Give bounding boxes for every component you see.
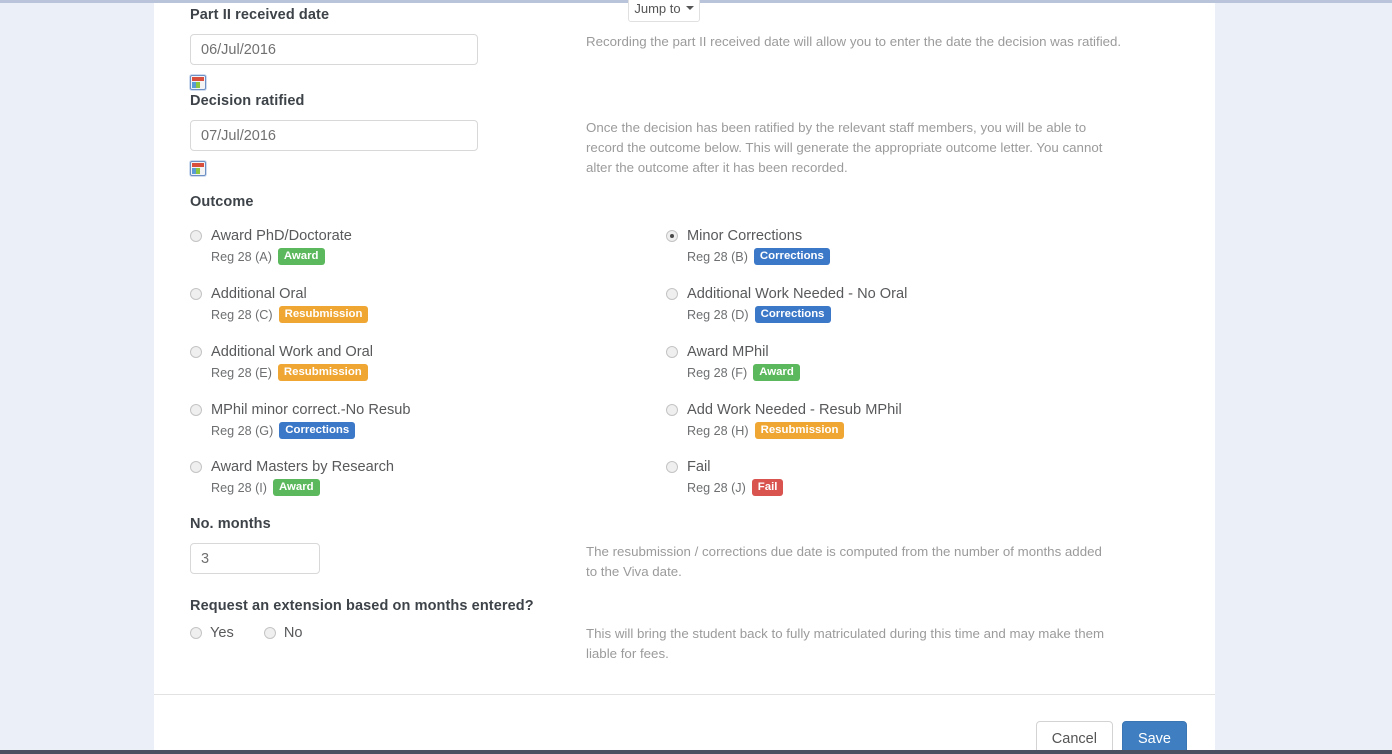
- outcome-option-label: Award PhD/Doctorate: [211, 228, 352, 244]
- extension-radio-group: Yes No: [190, 625, 590, 641]
- bottom-divider: [0, 750, 1392, 754]
- status-badge: Fail: [752, 479, 784, 496]
- outcome-option-reg: Reg 28 (F): [687, 366, 747, 380]
- decision-ratified-label: Decision ratified: [190, 93, 590, 109]
- outcome-option-label: Award Masters by Research: [211, 459, 394, 475]
- outcome-option-label: Award MPhil: [687, 344, 769, 360]
- outcome-option-e[interactable]: Additional Work and Oral Reg 28 (E) Resu…: [190, 344, 373, 381]
- outcome-option-a[interactable]: Award PhD/Doctorate Reg 28 (A) Award: [190, 228, 352, 265]
- part-ii-received-label: Part II received date: [190, 7, 590, 23]
- no-months-field: No. months: [190, 516, 590, 574]
- outcome-option-reg: Reg 28 (I): [211, 481, 267, 495]
- outcome-option-reg: Reg 28 (J): [687, 481, 746, 495]
- page-root: Part II received date Jump to Recording …: [0, 0, 1392, 754]
- status-badge: Award: [278, 248, 325, 265]
- outcome-option-reg: Reg 28 (B): [687, 250, 748, 264]
- no-months-input[interactable]: [190, 543, 320, 574]
- radio-outcome-c[interactable]: [190, 288, 202, 300]
- outcome-option-reg: Reg 28 (H): [687, 424, 749, 438]
- chevron-down-icon: [686, 6, 694, 10]
- radio-outcome-d[interactable]: [666, 288, 678, 300]
- outcome-option-g[interactable]: MPhil minor correct.-No Resub Reg 28 (G)…: [190, 402, 411, 439]
- outcome-option-reg: Reg 28 (A): [211, 250, 272, 264]
- status-badge: Resubmission: [278, 364, 368, 381]
- decision-ratified-input[interactable]: [190, 120, 478, 151]
- outcome-option-reg: Reg 28 (C): [211, 308, 273, 322]
- radio-outcome-e[interactable]: [190, 346, 202, 358]
- outcome-option-f[interactable]: Award MPhil Reg 28 (F) Award: [666, 344, 800, 381]
- status-badge: Corrections: [755, 306, 831, 323]
- status-badge: Resubmission: [755, 422, 845, 439]
- radio-extension-no[interactable]: [264, 627, 276, 639]
- outcome-option-i[interactable]: Award Masters by Research Reg 28 (I) Awa…: [190, 459, 394, 496]
- status-badge: Resubmission: [279, 306, 369, 323]
- part-ii-received-help: Recording the part II received date will…: [586, 32, 1131, 52]
- outcome-option-label: Fail: [687, 459, 711, 475]
- outcome-option-label: Minor Corrections: [687, 228, 802, 244]
- part-ii-received-input[interactable]: [190, 34, 478, 65]
- radio-outcome-j[interactable]: [666, 461, 678, 473]
- radio-outcome-h[interactable]: [666, 404, 678, 416]
- calendar-icon[interactable]: [190, 75, 206, 90]
- radio-outcome-a[interactable]: [190, 230, 202, 242]
- jump-to-dropdown[interactable]: Jump to: [628, 0, 700, 22]
- content-panel: Part II received date Jump to Recording …: [154, 3, 1215, 750]
- decision-ratified-field: Decision ratified: [190, 93, 590, 181]
- jump-to-label: Jump to: [634, 1, 680, 16]
- form-body: Part II received date Jump to Recording …: [154, 3, 1215, 694]
- extension-label: Request an extension based on months ent…: [190, 598, 590, 614]
- status-badge: Award: [273, 479, 320, 496]
- extension-help: This will bring the student back to full…: [586, 624, 1120, 664]
- radio-outcome-b[interactable]: [666, 230, 678, 242]
- radio-outcome-i[interactable]: [190, 461, 202, 473]
- outcome-option-d[interactable]: Additional Work Needed - No Oral Reg 28 …: [666, 286, 907, 323]
- outcome-option-label: Additional Oral: [211, 286, 307, 302]
- status-badge: Corrections: [279, 422, 355, 439]
- part-ii-received-field: Part II received date Jump to: [190, 7, 590, 95]
- extension-field: Request an extension based on months ent…: [190, 598, 590, 641]
- decision-ratified-help: Once the decision has been ratified by t…: [586, 118, 1114, 179]
- outcome-option-label: Add Work Needed - Resub MPhil: [687, 402, 902, 418]
- radio-outcome-f[interactable]: [666, 346, 678, 358]
- calendar-icon[interactable]: [190, 161, 206, 176]
- form-footer: Cancel Save: [154, 694, 1215, 750]
- no-months-help: The resubmission / corrections due date …: [586, 542, 1110, 582]
- outcome-option-h[interactable]: Add Work Needed - Resub MPhil Reg 28 (H)…: [666, 402, 902, 439]
- outcome-option-reg: Reg 28 (D): [687, 308, 749, 322]
- extension-no-label: No: [284, 625, 303, 641]
- outcome-option-j[interactable]: Fail Reg 28 (J) Fail: [666, 459, 783, 496]
- outcome-option-reg: Reg 28 (G): [211, 424, 273, 438]
- radio-outcome-g[interactable]: [190, 404, 202, 416]
- outcome-option-label: MPhil minor correct.-No Resub: [211, 402, 411, 418]
- outcome-label: Outcome: [190, 194, 590, 210]
- radio-extension-yes[interactable]: [190, 627, 202, 639]
- outcome-option-b[interactable]: Minor Corrections Reg 28 (B) Corrections: [666, 228, 830, 265]
- outcome-option-label: Additional Work and Oral: [211, 344, 373, 360]
- status-badge: Award: [753, 364, 800, 381]
- no-months-label: No. months: [190, 516, 590, 532]
- outcome-option-c[interactable]: Additional Oral Reg 28 (C) Resubmission: [190, 286, 368, 323]
- extension-yes-label: Yes: [210, 625, 234, 641]
- status-badge: Corrections: [754, 248, 830, 265]
- outcome-option-reg: Reg 28 (E): [211, 366, 272, 380]
- outcome-option-label: Additional Work Needed - No Oral: [687, 286, 907, 302]
